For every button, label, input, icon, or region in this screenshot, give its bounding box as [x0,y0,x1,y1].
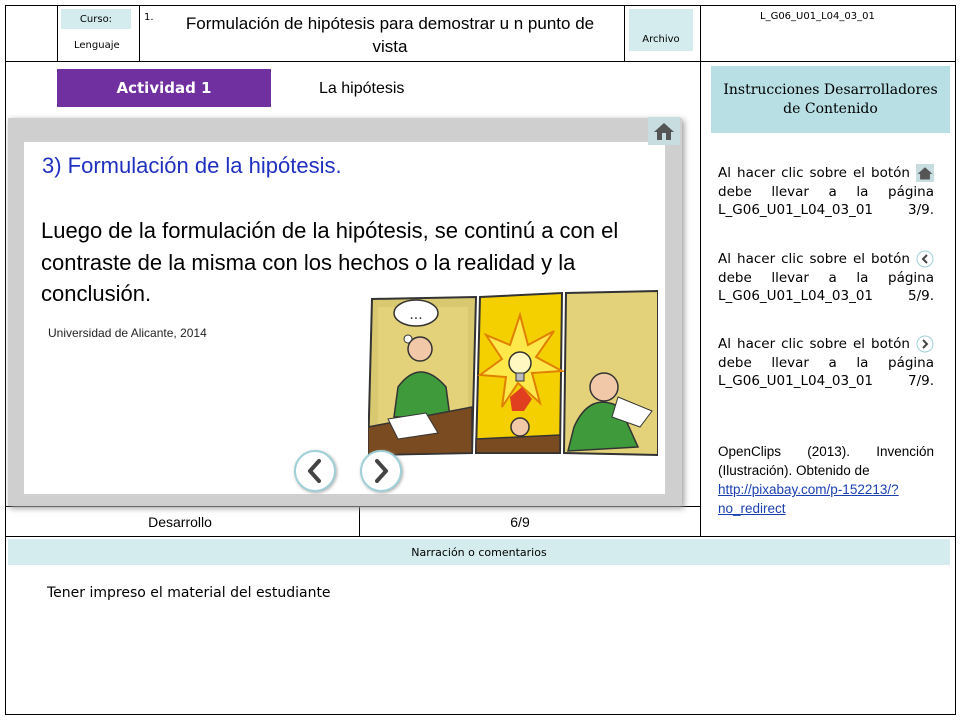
course-label: Curso: [61,9,131,29]
instructions-title: Instrucciones Desarrolladores de Conteni… [711,66,950,133]
instruction-next: Al hacer clic sobre el botón debe llevar… [718,335,934,389]
slide-heading: 3) Formulación de la hipótesis. [42,153,342,178]
subject-label: Lenguaje [74,40,120,51]
narration-label: Narración o comentarios [8,539,950,565]
frame-footer-divider [359,506,360,536]
frame-content-bottom [5,536,955,537]
chevron-left-icon [308,459,321,483]
chevron-left-icon [916,250,934,268]
prev-button[interactable] [294,450,336,492]
home-icon [916,164,935,182]
page-title: Formulación de hipótesis para demostrar … [185,14,595,56]
frame-col-2 [139,5,140,61]
frame-col-1 [57,5,58,61]
next-button[interactable] [360,450,402,492]
page-indicator: 6/9 [510,514,530,530]
frame-col-3 [624,5,625,61]
chevron-right-icon [916,335,934,353]
frame-col-4 [700,5,701,536]
chevron-right-icon [375,459,388,483]
invention-illustration: ... [368,289,658,457]
narration-text: Tener impreso el material del estudiante [47,585,331,601]
frame-footer-top [5,506,700,507]
home-icon [654,123,674,140]
resource-code: L_G06_U01_L04_03_01 [760,11,875,22]
activity-badge: Actividad 1 [57,69,271,107]
frame-header-bottom [5,61,955,62]
lesson-number: 1. [144,12,154,23]
frame-left [5,5,6,715]
instruction-prev: Al hacer clic sobre el botón debe llevar… [718,250,934,304]
home-button[interactable] [648,117,680,145]
instruction-home: Al hacer clic sobre el botón debe llevar… [718,164,935,218]
slide-credit: Universidad de Alicante, 2014 [48,326,207,340]
frame-bottom [5,714,955,715]
file-label: Archivo [629,9,693,51]
svg-text:...: ... [409,307,422,323]
image-reference: OpenClips (2013). Invención (Ilustración… [718,444,934,518]
frame-right [955,5,956,715]
section-name: La hipótesis [319,80,405,97]
reference-link[interactable]: http://pixabay.com/p-152213/?no_redirect [718,480,934,518]
frame-top [5,5,955,6]
stage-label: Desarrollo [148,514,212,530]
